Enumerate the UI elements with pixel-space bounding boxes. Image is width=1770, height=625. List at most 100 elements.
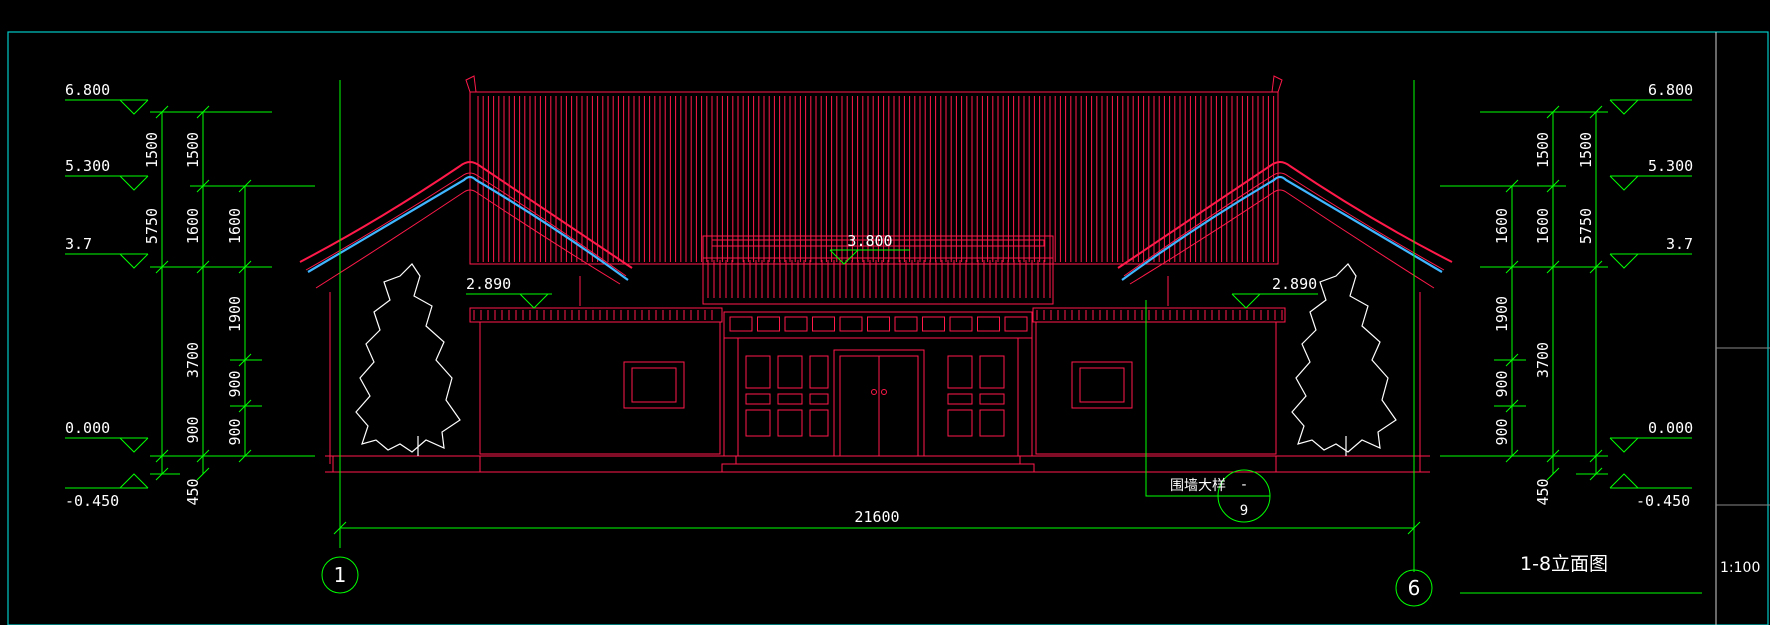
ridge-ornament-right [1271, 75, 1283, 93]
dim-label: 900 [226, 370, 244, 397]
gate-frieze-blocks [729, 316, 1028, 332]
ridge-ornament-left [465, 75, 477, 93]
elevation-drawing: 6.800 5.300 3.7 0.000 -0.450 6.800 5.300… [7, 31, 1770, 625]
dim-label: 3700 [184, 342, 202, 378]
gate-panel-lower [809, 409, 829, 437]
level-label-right: 0.000 [1648, 419, 1693, 437]
grid-label-1: 1 [334, 563, 347, 587]
gate-roof-tiles [707, 260, 1051, 298]
dim-label: 1900 [226, 296, 244, 332]
detail-callout-sheet: 9 [1240, 503, 1248, 519]
dim-label: 5750 [143, 208, 161, 244]
level-label-left: 3.7 [65, 235, 92, 253]
frieze-block [977, 316, 1000, 332]
left-wall-window [623, 361, 685, 409]
left-ridge-tiles [307, 175, 629, 281]
tree-left [355, 263, 461, 453]
level-mark-0450-right [1609, 473, 1692, 489]
dim-label: 1900 [1493, 296, 1511, 332]
level-mark-5300-right [1609, 175, 1692, 191]
frieze-block [839, 316, 863, 332]
gate-panel-mid [979, 393, 1005, 405]
level-label-right: 5.300 [1648, 157, 1693, 175]
dim-label: 450 [1534, 478, 1552, 505]
building-elevation [299, 75, 1453, 473]
gate-panel-lower [979, 409, 1005, 437]
door-knocker-left [871, 389, 877, 395]
gate-panel-mid [947, 393, 973, 405]
level-label-left: -0.450 [65, 492, 119, 510]
dim-label: 1500 [1534, 132, 1552, 168]
dim-label: 3700 [1534, 342, 1552, 378]
door-knocker-right [881, 389, 887, 395]
gate-panel-lower [947, 409, 973, 437]
level-label-left: 5.300 [65, 157, 110, 175]
dim-label: 450 [184, 478, 202, 505]
level-mark-3700-right [1609, 253, 1692, 269]
gate-panel-mid [777, 393, 803, 405]
level-label-side-left: 2.890 [466, 275, 511, 293]
left-roof-lower [315, 189, 621, 289]
grid-label-6: 6 [1408, 576, 1421, 600]
frieze-block [729, 316, 753, 332]
frieze-block [1004, 316, 1028, 332]
dim-label: 900 [226, 418, 244, 445]
frieze-block [922, 316, 945, 332]
dim-label: 1600 [226, 208, 244, 244]
gate-frieze [723, 311, 1033, 339]
frieze-block [812, 316, 835, 332]
level-mark-0000-right [1609, 437, 1692, 453]
level-mark-2890-left [466, 293, 552, 309]
dim-label: 900 [184, 416, 202, 443]
cad-viewport[interactable]: 6.800 5.300 3.7 0.000 -0.450 6.800 5.300… [0, 0, 1770, 625]
left-roof-inner [305, 172, 627, 277]
level-mark-2890-right [1231, 293, 1318, 309]
right-wall-window-inner [1079, 367, 1125, 403]
detail-callout-number: - [1240, 477, 1248, 493]
right-wall-window [1071, 361, 1133, 409]
gate-panel-mid [809, 393, 829, 405]
gate-step [735, 455, 1021, 465]
gate-panel-upper [809, 355, 829, 389]
gate-panel-upper [947, 355, 973, 389]
gate-panel-mid [745, 393, 771, 405]
level-label-left: 6.800 [65, 81, 110, 99]
dim-label: 1500 [143, 132, 161, 168]
level-mark-6800-right [1609, 99, 1692, 115]
level-mark-3700-left [65, 253, 149, 269]
dim-label: 1500 [1577, 132, 1595, 168]
detail-callout-label: 围墙大样 [1170, 478, 1226, 494]
level-mark-0450-left [65, 473, 149, 489]
frieze-block [867, 316, 890, 332]
gate-panel-upper [979, 355, 1005, 389]
overall-dimension: 21600 [854, 508, 899, 526]
dim-label: 900 [1493, 370, 1511, 397]
level-label-right: -0.450 [1636, 492, 1690, 510]
level-label-right: 6.800 [1648, 81, 1693, 99]
drawing-title: 1-8立面图 [1520, 553, 1608, 575]
right-roof-inner [1123, 172, 1445, 277]
dim-label: 1600 [184, 208, 202, 244]
dim-label: 1600 [1493, 208, 1511, 244]
level-label-center: 3.800 [847, 232, 892, 250]
gate-panel-upper [745, 355, 771, 389]
frieze-block [757, 316, 780, 332]
frieze-block [784, 316, 808, 332]
dim-label: 1500 [184, 132, 202, 168]
right-roof-lower [1129, 189, 1435, 289]
callout-leader [1145, 300, 1224, 497]
gate-panel-lower [745, 409, 771, 437]
gate-side-panels [745, 355, 1005, 437]
gate-panel-upper [777, 355, 803, 389]
level-mark-6800-left [65, 99, 149, 115]
level-label-right: 3.7 [1666, 235, 1693, 253]
annotations: 6.800 5.300 3.7 0.000 -0.450 6.800 5.300… [65, 81, 1760, 600]
dim-label: 900 [1493, 418, 1511, 445]
gate-step-lower [721, 463, 1035, 473]
frieze-block [894, 316, 918, 332]
dim-label: 5750 [1577, 208, 1595, 244]
level-label-left: 0.000 [65, 419, 110, 437]
dim-label: 1600 [1534, 208, 1552, 244]
level-mark-0000-left [65, 437, 149, 453]
gate-panel-lower [777, 409, 803, 437]
